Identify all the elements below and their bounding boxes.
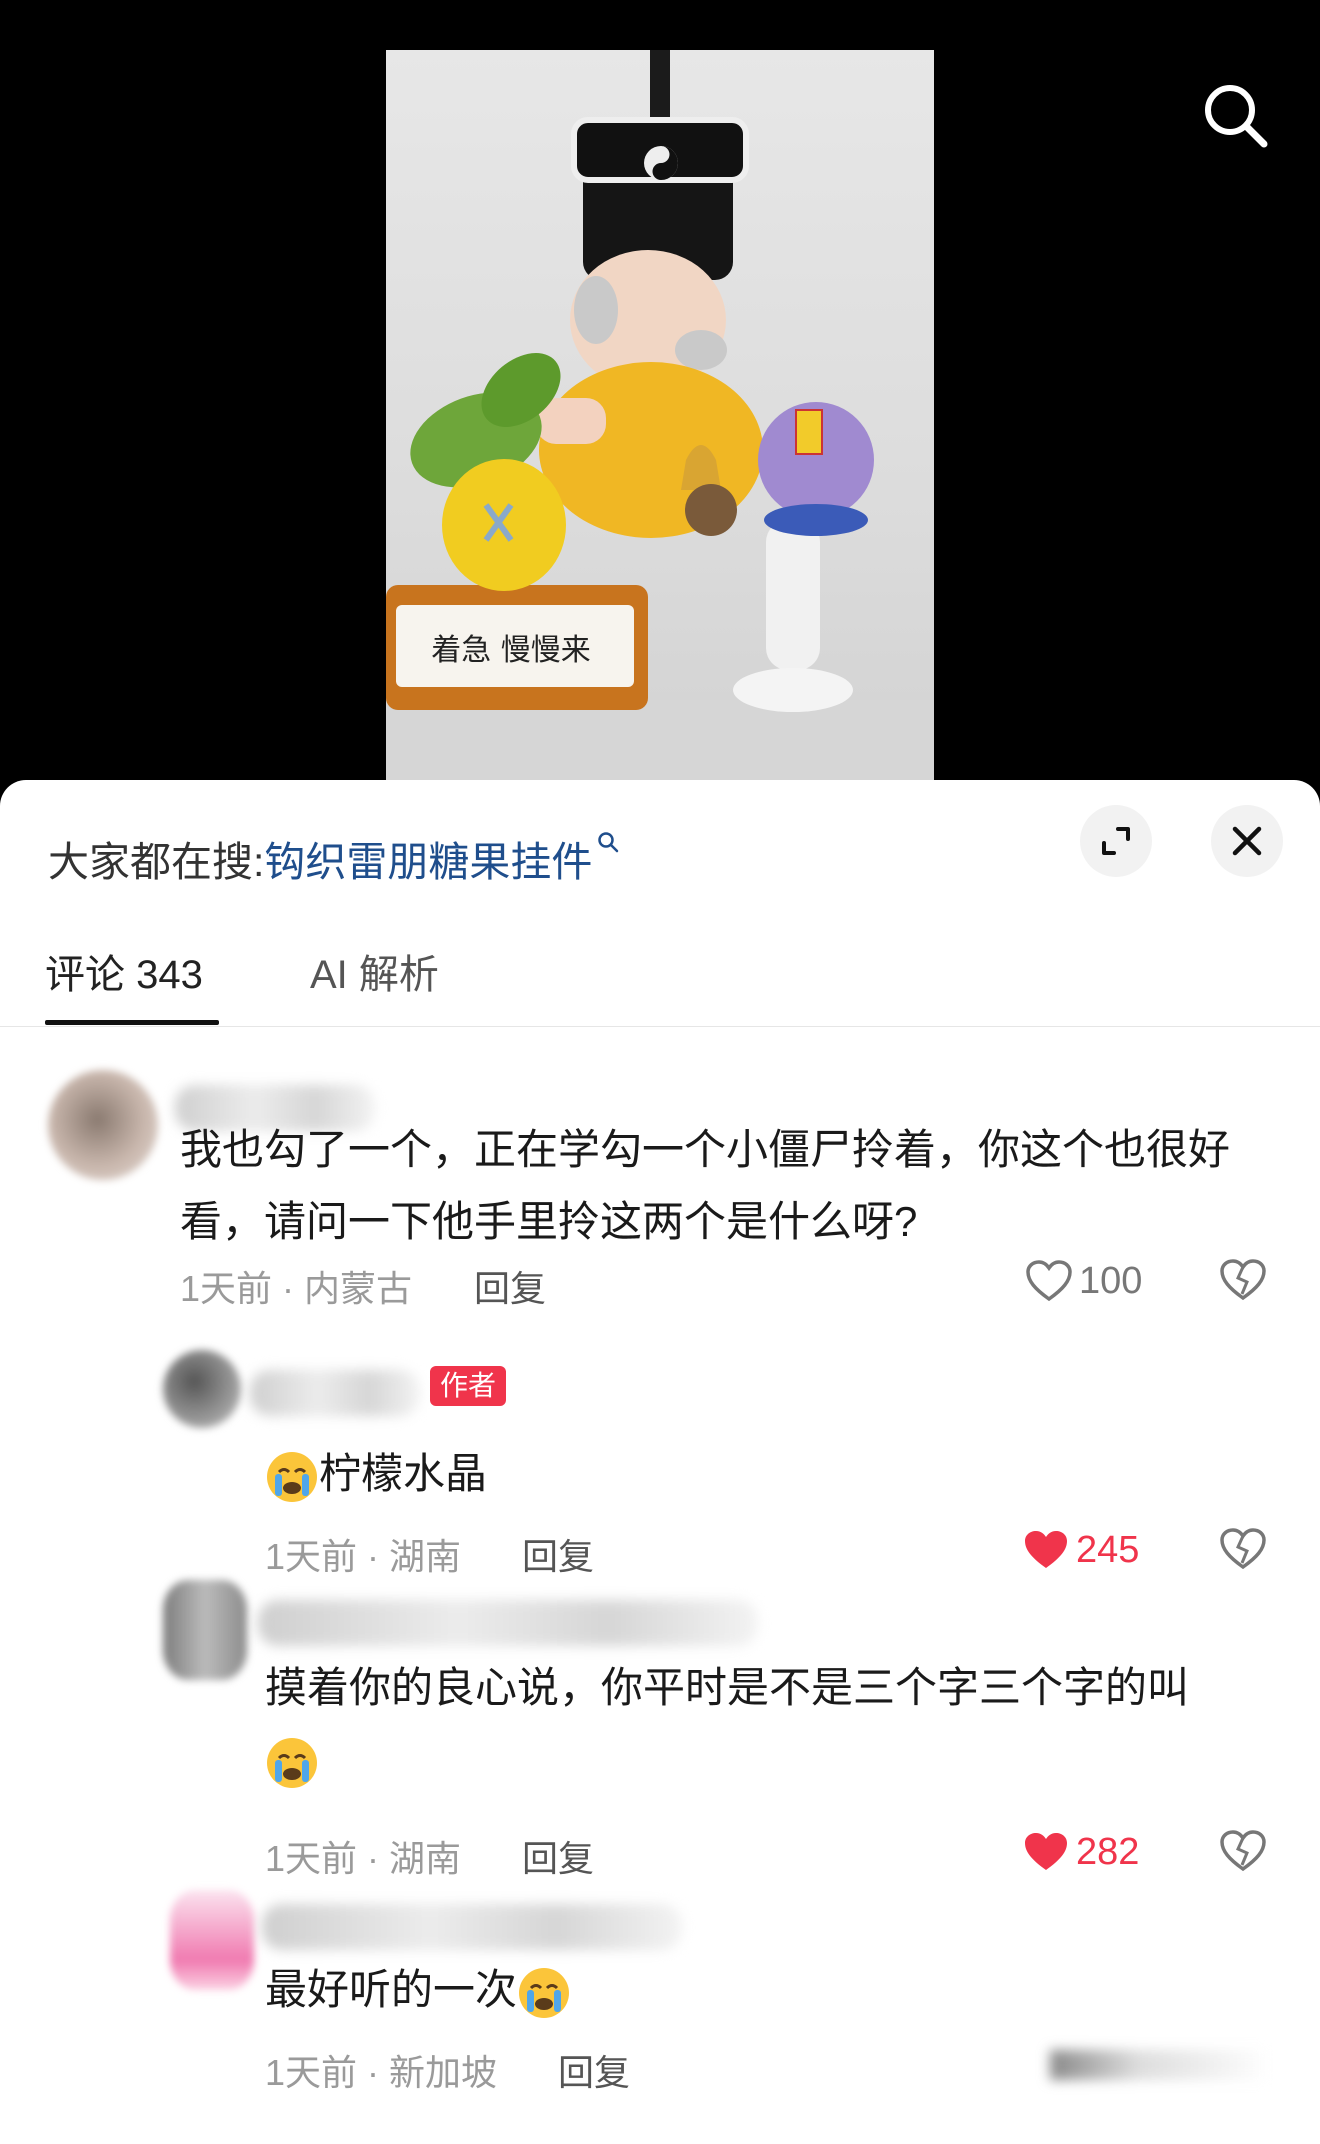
like-button[interactable]: 100 (1025, 1254, 1142, 1304)
tab-ai-analysis[interactable]: AI 解析 (310, 940, 439, 1026)
comment-text-body: 摸着你的良心说，你平时是不是三个字三个字的叫 (265, 1664, 1190, 1711)
search-hint-keyword[interactable]: 钩织雷朋糖果挂件 (264, 839, 592, 885)
comment-item: 最好听的一次 1天前 · 新加坡 回复 (0, 1870, 1320, 2130)
avatar[interactable] (170, 1890, 254, 1990)
like-count: 282 (1076, 1830, 1140, 1873)
like-button[interactable]: 245 (1022, 1523, 1139, 1573)
active-tab-indicator (45, 1020, 219, 1025)
comment-meta: 1天前 · 新加坡 (265, 2052, 498, 2093)
search-hint-icon (598, 832, 619, 853)
dislike-heart-icon[interactable] (1218, 1825, 1268, 1875)
close-icon (1232, 826, 1262, 856)
comment-time: 1天前 (265, 2052, 358, 2093)
like-button[interactable]: 282 (1022, 1825, 1139, 1875)
search-suggestion[interactable]: 大家都在搜:钩织雷朋糖果挂件 (48, 828, 620, 888)
reply-button[interactable]: 回复 (474, 1260, 546, 1312)
avatar[interactable] (163, 1580, 247, 1680)
crying-emoji-icon (267, 1451, 317, 1502)
expand-icon (1102, 827, 1130, 855)
comment-item: 摸着你的良心说，你平时是不是三个字三个字的叫 1天前 · 湖南 回复 282 (0, 1570, 1320, 1879)
plaque-text: 着急 慢慢来 (431, 633, 591, 668)
comment-meta: 1天前 · 内蒙古 (180, 1268, 413, 1309)
dislike-heart-icon[interactable] (1218, 1254, 1268, 1304)
username-blurred[interactable] (258, 1600, 758, 1646)
comment-text: 最好听的一次 (265, 1954, 1165, 2026)
tab-comments[interactable]: 评论 343 (45, 940, 203, 1026)
author-badge: 作者 (430, 1366, 507, 1406)
video-area[interactable]: 着急 慢慢来 (0, 0, 1320, 790)
heart-icon (1026, 1260, 1072, 1302)
heart-filled-icon (1025, 1832, 1067, 1870)
crying-emoji-icon (519, 1967, 570, 2018)
heart-filled-icon (1025, 1530, 1067, 1568)
like-count: 245 (1076, 1528, 1140, 1571)
close-button[interactable] (1211, 805, 1283, 877)
like-area-blurred (1050, 2050, 1270, 2080)
comment-text-body: 柠檬水晶 (319, 1450, 488, 1497)
search-icon[interactable] (1200, 80, 1270, 150)
comment-text-body: 最好听的一次 (265, 1966, 518, 2013)
crochet-doll-photo: 着急 慢慢来 (386, 50, 934, 790)
search-hint-prefix: 大家都在搜: (48, 839, 265, 885)
comment-text: 摸着你的良心说，你平时是不是三个字三个字的叫 (265, 1652, 1265, 1796)
like-count: 100 (1079, 1259, 1143, 1302)
avatar[interactable] (163, 1350, 241, 1428)
username-blurred[interactable] (262, 1904, 682, 1950)
dislike-heart-icon[interactable] (1218, 1523, 1268, 1573)
comment-sheet: 大家都在搜:钩织雷朋糖果挂件 评论 343 AI 解析 我也勾了一个，正在学勾一… (0, 780, 1320, 2144)
comment-tabs: 评论 343 AI 解析 (0, 940, 1320, 1027)
comment-text: 柠檬水晶 (265, 1438, 1165, 1510)
comment-location: 内蒙古 (304, 1268, 413, 1309)
reply-button[interactable]: 回复 (558, 2044, 630, 2096)
comment-item: 我也勾了一个，正在学勾一个小僵尸拎着，你这个也很好看，请问一下他手里拎这两个是什… (0, 1060, 1320, 1360)
comment-location: 新加坡 (389, 2052, 498, 2093)
expand-button[interactable] (1080, 805, 1152, 877)
comment-text: 我也勾了一个，正在学勾一个小僵尸拎着，你这个也很好看，请问一下他手里拎这两个是什… (180, 1126, 1231, 1245)
username-blurred[interactable] (250, 1370, 420, 1416)
crying-emoji-icon (267, 1737, 317, 1788)
avatar[interactable] (48, 1070, 158, 1180)
comment-item: 作者 柠檬水晶 1天前 · 湖南 回复 245 (0, 1340, 1320, 1577)
comment-time: 1天前 (180, 1268, 273, 1309)
